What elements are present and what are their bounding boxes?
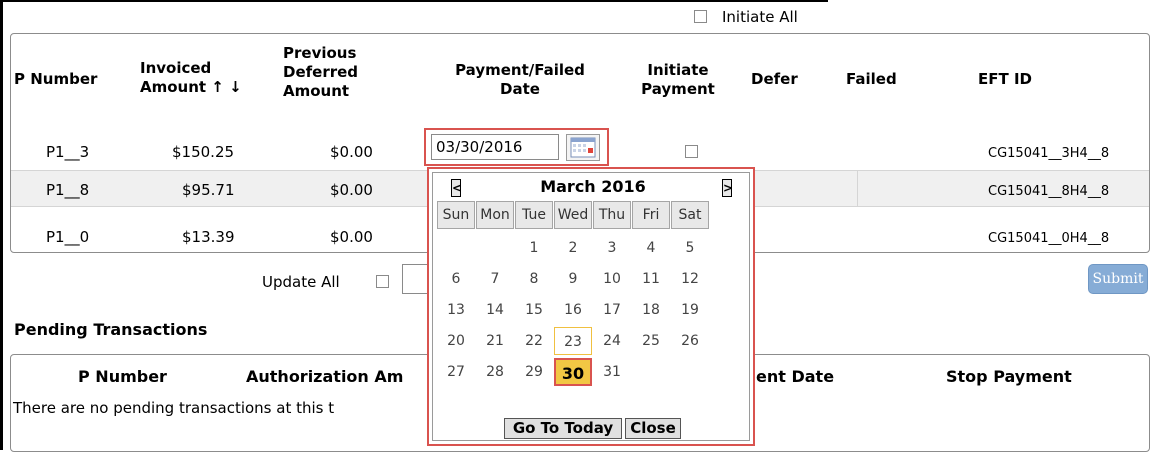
calendar-popup: < March 2016 > Sun Mon Tue Wed Thu Fri S… [427, 167, 755, 446]
calendar-day[interactable]: 20 [437, 327, 475, 355]
calendar-day[interactable]: 4 [632, 234, 670, 262]
close-button[interactable]: Close [625, 418, 681, 439]
calendar-day[interactable]: 22 [515, 327, 553, 355]
calendar-day[interactable]: 27 [437, 358, 475, 386]
dow-sun: Sun [437, 201, 475, 229]
calendar-day[interactable]: 10 [593, 265, 631, 293]
row2-eft-id: CG15041__8H4__8 [988, 184, 1110, 199]
col-p-number: P Number [14, 70, 98, 88]
row2-divider [857, 170, 858, 207]
calendar-day[interactable]: 31 [593, 358, 631, 386]
initiate-all-label: Initiate All [722, 8, 798, 26]
dow-fri: Fri [632, 201, 670, 229]
calendar-day[interactable]: 14 [476, 296, 514, 324]
row1-prev-deferred: $0.00 [330, 143, 373, 161]
calendar-month-label: March 2016 [540, 177, 646, 196]
pending-col-stop-payment: Stop Payment [946, 367, 1072, 386]
calendar-day[interactable]: 28 [476, 358, 514, 386]
calendar-day[interactable]: 15 [515, 296, 553, 324]
calendar-day[interactable]: 12 [671, 265, 709, 293]
dow-sat: Sat [671, 201, 709, 229]
pending-col-payment-date: ent Date [756, 367, 835, 386]
pending-empty-message: There are no pending transactions at thi… [13, 399, 335, 417]
calendar-day[interactable]: 24 [593, 327, 631, 355]
dow-thu: Thu [593, 201, 631, 229]
payment-date-input[interactable]: 03/30/2016 [431, 134, 559, 160]
calendar-day[interactable]: 19 [671, 296, 709, 324]
calendar-day[interactable]: 6 [437, 265, 475, 293]
row3-prev-deferred: $0.00 [330, 228, 373, 246]
pending-col-p-number: P Number [78, 367, 167, 386]
row2-prev-deferred: $0.00 [330, 181, 373, 199]
col-initiate-payment: Initiate Payment [641, 61, 715, 98]
col-eft-id: EFT ID [978, 70, 1032, 88]
calendar-day[interactable]: 7 [476, 265, 514, 293]
calendar-day[interactable]: 17 [593, 296, 631, 324]
row1-p-number: P1__3 [46, 143, 90, 161]
row2-p-number: P1__8 [46, 181, 90, 199]
calendar-day[interactable]: 13 [437, 296, 475, 324]
row3-eft-id: CG15041__0H4__8 [988, 231, 1110, 246]
col-defer: Defer [751, 70, 798, 88]
pending-transactions-title: Pending Transactions [14, 320, 208, 339]
top-border [0, 0, 828, 2]
calendar-icon[interactable] [566, 134, 600, 161]
col-invoiced-amount[interactable]: Invoiced Amount ↑ ↓ [140, 59, 242, 97]
row1-invoiced: $150.25 [172, 143, 235, 161]
calendar-day[interactable]: 9 [554, 265, 592, 293]
calendar-day[interactable]: 3 [593, 234, 631, 262]
days-of-week-row: Sun Mon Tue Wed Thu Fri Sat [437, 201, 710, 229]
update-all-checkbox[interactable] [376, 275, 389, 288]
calendar-day[interactable]: 18 [632, 296, 670, 324]
update-date-input[interactable] [402, 264, 428, 294]
row3-p-number: P1__0 [46, 228, 90, 246]
initiate-all-checkbox[interactable] [694, 10, 707, 23]
update-all-label: Update All [262, 273, 340, 291]
row1-initiate-checkbox[interactable] [685, 145, 698, 158]
calendar-day[interactable]: 8 [515, 265, 553, 293]
row3-invoiced: $13.39 [182, 228, 235, 246]
row2-invoiced: $95.71 [182, 181, 235, 199]
calendar-day[interactable]: 23 [554, 327, 592, 355]
left-border [0, 0, 3, 450]
calendar-day[interactable]: 5 [671, 234, 709, 262]
calendar-day[interactable]: 26 [671, 327, 709, 355]
calendar-day[interactable]: 1 [515, 234, 553, 262]
row1-eft-id: CG15041__3H4__8 [988, 146, 1110, 161]
dow-wed: Wed [554, 201, 592, 229]
calendar-day[interactable]: 16 [554, 296, 592, 324]
col-failed: Failed [846, 70, 897, 88]
go-to-today-button[interactable]: Go To Today [504, 418, 622, 439]
calendar-day[interactable]: 21 [476, 327, 514, 355]
pending-col-authorization-amount: Authorization Am [246, 367, 404, 386]
dow-mon: Mon [476, 201, 514, 229]
submit-button[interactable]: Submit [1088, 264, 1148, 294]
dow-tue: Tue [515, 201, 553, 229]
col-previous-deferred-amount: Previous Deferred Amount [283, 44, 359, 100]
calendar-day[interactable]: 29 [515, 358, 553, 386]
calendar-day[interactable]: 11 [632, 265, 670, 293]
calendar-day[interactable]: 25 [632, 327, 670, 355]
next-month-button[interactable]: > [722, 179, 733, 197]
calendar-day[interactable]: 2 [554, 234, 592, 262]
col-payment-failed-date: Payment/Failed Date [455, 61, 585, 98]
calendar-day-selected[interactable]: 30 [554, 358, 592, 386]
